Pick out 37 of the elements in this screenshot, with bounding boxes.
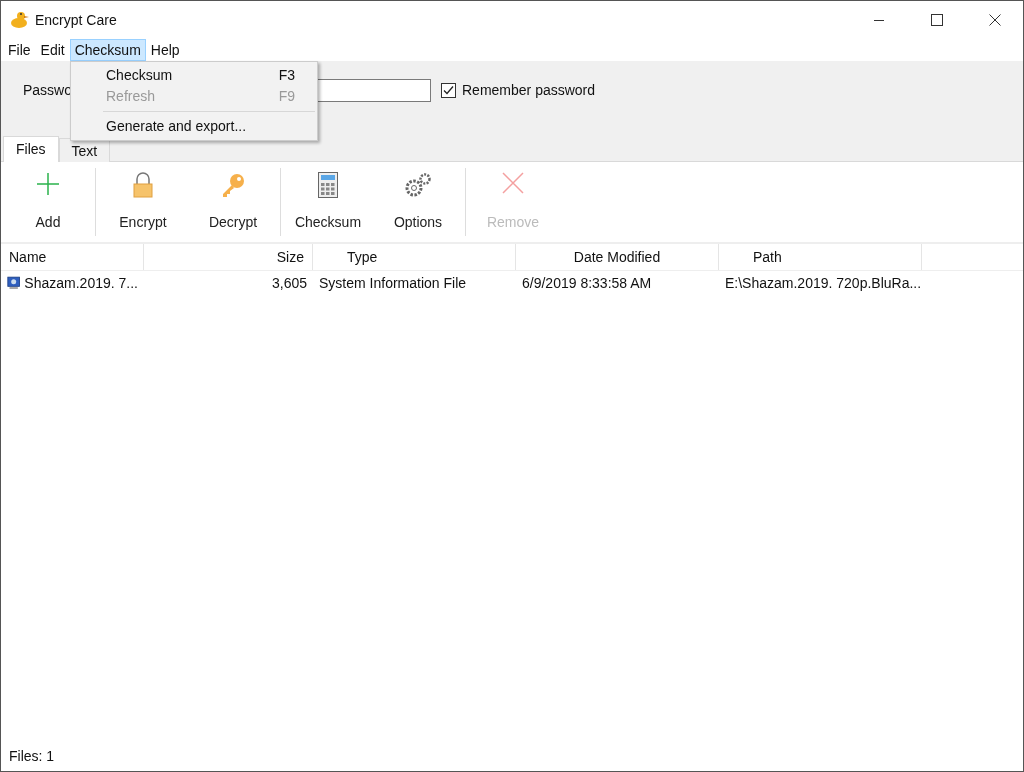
status-text: Files: 1 — [8, 747, 56, 766]
password-label: Passwo — [23, 82, 74, 98]
table-cell-text: System Information File — [318, 274, 468, 293]
column-header[interactable]: Size — [144, 244, 313, 270]
table-cell-text: E:\Shazam.2019. 720p.BluRa... — [724, 274, 922, 293]
table-cell-text: 3,605 — [270, 274, 308, 293]
toolbar-button[interactable]: Encrypt — [98, 168, 188, 236]
computer-file-icon — [7, 275, 21, 291]
column-header[interactable]: Name — [1, 244, 144, 270]
table-cell: Shazam.2019. 7... — [1, 271, 144, 295]
remember-label[interactable]: Remember password — [462, 82, 596, 98]
calculator-icon — [318, 172, 338, 198]
toolbar-button[interactable]: Checksum — [283, 168, 373, 236]
toolbar-button[interactable]: Options — [373, 168, 463, 236]
duck-icon — [9, 11, 29, 29]
menu-item[interactable]: Edit — [35, 39, 70, 61]
menu-item[interactable]: Checksum — [69, 39, 146, 61]
toolbar-button[interactable]: Decrypt — [188, 168, 278, 236]
remember-checkbox[interactable] — [441, 82, 456, 98]
menu-option[interactable]: Generate and export... — [71, 116, 317, 137]
menu-item[interactable]: File — [3, 39, 36, 61]
column-header[interactable]: Path — [719, 244, 922, 270]
window-title: Encrypt Care — [35, 12, 117, 28]
close-icon[interactable] — [989, 14, 1001, 26]
key-icon — [220, 172, 246, 198]
maximize-icon[interactable] — [931, 14, 943, 26]
x-icon — [502, 172, 524, 194]
gears-icon — [404, 172, 432, 198]
plus-icon — [36, 172, 60, 196]
table-cell-text: 6/9/2019 8:33:58 AM — [521, 274, 653, 293]
menu-item[interactable]: Help — [145, 39, 185, 61]
toolbar-button[interactable]: Add — [3, 168, 93, 236]
tab[interactable]: Files — [3, 136, 59, 162]
column-header[interactable]: Date Modified — [516, 244, 719, 270]
lock-icon — [132, 172, 154, 198]
column-header[interactable]: Type — [313, 244, 516, 270]
menu-option[interactable]: Checksum F3 — [71, 65, 317, 86]
